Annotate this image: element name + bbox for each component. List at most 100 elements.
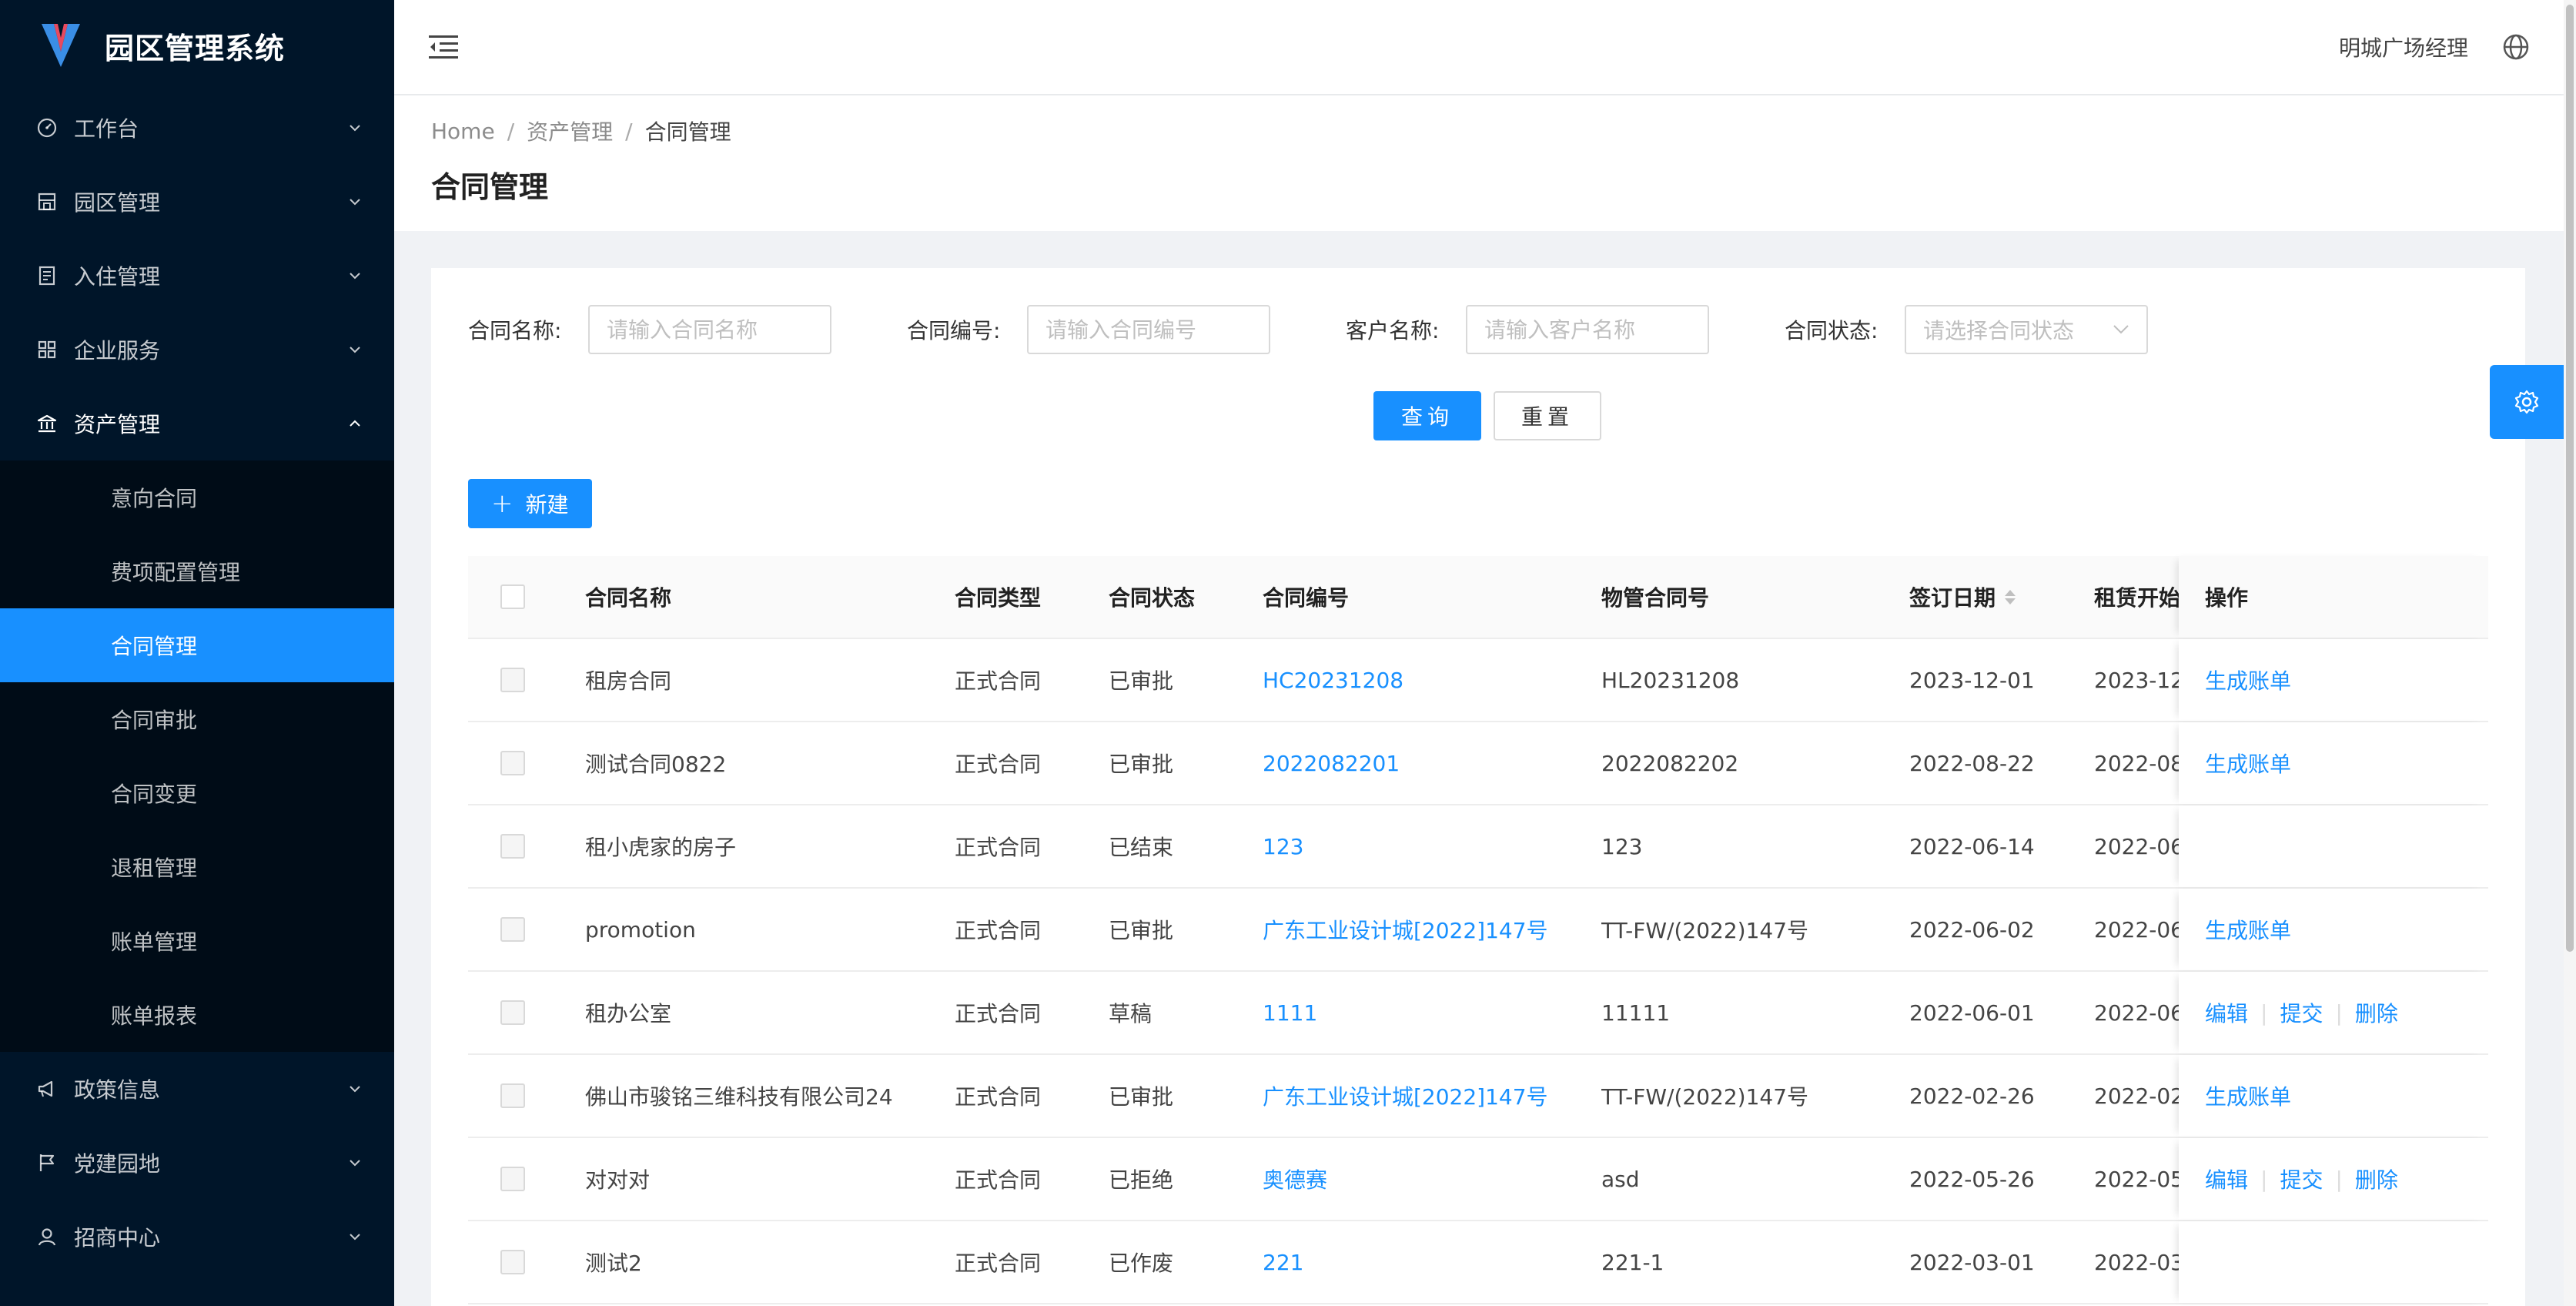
sidebar-item[interactable]: 工作台 — [0, 91, 394, 165]
row-action-link[interactable]: 生成账单 — [2205, 1080, 2291, 1111]
sidebar-item[interactable]: 企业服务 — [0, 313, 394, 387]
scrollbar-thumb[interactable] — [2566, 5, 2574, 952]
row-action-link[interactable]: 提交 — [2280, 1164, 2323, 1194]
cell-contract-no-link[interactable]: 广东工业设计城[2022]147号 — [1263, 1080, 1601, 1111]
row-action-link[interactable]: 生成账单 — [2205, 665, 2291, 695]
query-button[interactable]: 查询 — [1373, 391, 1482, 440]
row-action-link[interactable]: 生成账单 — [2205, 748, 2291, 779]
row-action-link[interactable]: 提交 — [2280, 997, 2323, 1028]
submenu-item[interactable]: 合同审批 — [0, 682, 394, 756]
row-checkbox[interactable] — [500, 1167, 525, 1191]
customer-name-input[interactable] — [1466, 305, 1709, 354]
sort-icon[interactable] — [2005, 589, 2016, 604]
table-row: 租小虎家的房子 正式合同 已结束 123 123 2022-06-14 2022-06 — [468, 805, 2488, 889]
select-placeholder: 请选择合同状态 — [1923, 318, 2075, 343]
row-check-cell — [468, 751, 585, 775]
breadcrumb-home[interactable]: Home — [431, 119, 495, 144]
new-contract-button[interactable]: + 新建 — [468, 479, 592, 528]
col-header-pm-no: 物管合同号 — [1601, 585, 1710, 611]
col-header-name: 合同名称 — [585, 585, 672, 611]
row-action-link[interactable]: 生成账单 — [2205, 914, 2291, 945]
action-separator: | — [2260, 1000, 2268, 1026]
cell-type: 正式合同 — [955, 1001, 1042, 1026]
row-checkbox[interactable] — [500, 1000, 525, 1025]
chevron-down-icon — [350, 199, 360, 206]
cell-pm-no: 221-1 — [1601, 1249, 1664, 1275]
cell-start: 2022-06 — [2094, 916, 2179, 943]
settings-button[interactable] — [2490, 365, 2564, 439]
cell-type: 正式合同 — [955, 918, 1042, 943]
cell-status: 已拒绝 — [1109, 1167, 1174, 1193]
sidebar-item[interactable]: 资产管理 — [0, 387, 394, 460]
submenu-item[interactable]: 合同变更 — [0, 756, 394, 830]
action-separator: | — [2335, 1000, 2343, 1026]
contract-name-input[interactable] — [588, 305, 831, 354]
col-header-sign-date[interactable]: 签订日期 — [1909, 581, 2094, 612]
cell-sign-date: 2022-06-02 — [1909, 916, 2035, 943]
cell-pm-no: 123 — [1601, 833, 1643, 859]
sidebar-item[interactable]: 入住管理 — [0, 239, 394, 313]
new-button-label: 新建 — [525, 492, 569, 517]
row-checkbox[interactable] — [500, 1250, 525, 1274]
cell-contract-no-link[interactable]: 221 — [1263, 1250, 1601, 1275]
submenu-item[interactable]: 合同管理 — [0, 608, 394, 682]
cell-name: 租小虎家的房子 — [585, 835, 737, 860]
cell-type: 正式合同 — [955, 1251, 1042, 1276]
reset-button[interactable]: 重置 — [1494, 391, 1602, 440]
cell-status: 已作废 — [1109, 1251, 1174, 1276]
plus-icon: + — [491, 488, 514, 519]
row-checkbox[interactable] — [500, 1083, 525, 1108]
submenu-item[interactable]: 意向合同 — [0, 460, 394, 534]
row-action-link[interactable]: 删除 — [2355, 997, 2398, 1028]
submenu-item[interactable]: 账单管理 — [0, 904, 394, 978]
cell-sign-date: 2022-02-26 — [1909, 1083, 2035, 1109]
select-all-checkbox[interactable] — [500, 584, 525, 609]
row-action-link[interactable]: 编辑 — [2205, 997, 2248, 1028]
row-checkbox[interactable] — [500, 917, 525, 942]
cell-pm-no: 11111 — [1601, 1000, 1671, 1026]
select-all-cell — [468, 584, 585, 609]
filter-row: 合同名称: 合同编号: 客户名称: 合同状态: 请选择合同状态 — [468, 305, 2223, 354]
cell-contract-no-link[interactable]: 123 — [1263, 834, 1601, 859]
table-row: 租办公室 正式合同 草稿 1111 11111 2022-06-01 2022-06 编辑 | 提… — [468, 972, 2488, 1055]
cell-name: 测试2 — [585, 1251, 642, 1276]
breadcrumb-separator: / — [625, 118, 633, 144]
cell-contract-no-link[interactable]: 1111 — [1263, 1000, 1601, 1026]
submenu-item[interactable]: 账单报表 — [0, 978, 394, 1052]
cell-status: 已审批 — [1109, 1084, 1174, 1110]
row-action-link[interactable]: 编辑 — [2205, 1164, 2248, 1194]
contract-status-select[interactable]: 请选择合同状态 — [1905, 305, 2148, 354]
row-action-link[interactable]: 删除 — [2355, 1164, 2398, 1194]
row-checkbox[interactable] — [500, 751, 525, 775]
cell-contract-no-link[interactable]: 2022082201 — [1263, 751, 1601, 776]
breadcrumb-level1[interactable]: 资产管理 — [527, 116, 613, 146]
sidebar-item-label: 资产管理 — [74, 412, 161, 437]
contract-no-input[interactable] — [1027, 305, 1270, 354]
language-globe-icon[interactable] — [2502, 33, 2530, 61]
user-name[interactable]: 明城广场经理 — [2339, 32, 2468, 62]
sidebar-item[interactable]: 党建园地 — [0, 1126, 394, 1200]
chevron-down-icon — [2113, 325, 2129, 334]
breadcrumb: Home / 资产管理 / 合同管理 — [431, 95, 2564, 146]
cell-contract-no-link[interactable]: HC20231208 — [1263, 668, 1601, 693]
sidebar-item[interactable]: 招商中心 — [0, 1200, 394, 1274]
menu-fold-icon[interactable] — [428, 32, 459, 62]
cell-actions: 编辑 | 提交 | 删除 — [2179, 972, 2488, 1053]
cell-contract-no-link[interactable]: 奥德赛 — [1263, 1164, 1601, 1194]
cell-name: promotion — [585, 916, 696, 943]
logo[interactable]: 园区管理系统 — [0, 0, 394, 91]
page-title: 合同管理 — [431, 170, 549, 204]
page-scrollbar[interactable] — [2564, 0, 2576, 1306]
cell-sign-date: 2023-12-01 — [1909, 667, 2035, 693]
cell-contract-no-link[interactable]: 广东工业设计城[2022]147号 — [1263, 914, 1601, 945]
row-checkbox[interactable] — [500, 668, 525, 692]
submenu-item[interactable]: 退租管理 — [0, 830, 394, 904]
cell-name: 测试合同0822 — [585, 752, 727, 777]
sidebar-item[interactable]: 园区管理 — [0, 165, 394, 239]
sidebar-item[interactable]: 政策信息 — [0, 1052, 394, 1126]
submenu-item[interactable]: 费项配置管理 — [0, 534, 394, 608]
table-header-row: 合同名称 合同类型 合同状态 合同编号 物管合同号 签订日期 租赁开始 操作 — [468, 556, 2488, 639]
row-check-cell — [468, 1250, 585, 1274]
document-icon — [35, 264, 59, 287]
row-checkbox[interactable] — [500, 834, 525, 859]
